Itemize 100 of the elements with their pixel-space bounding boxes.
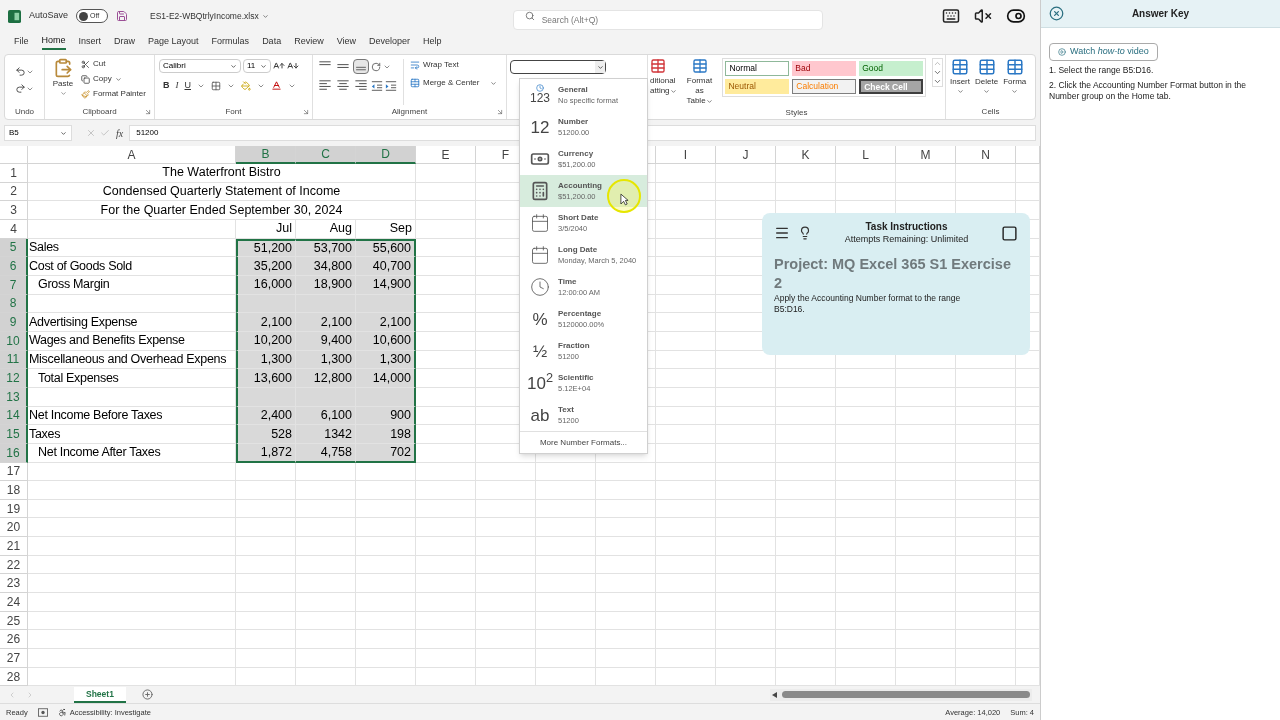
undo-icon[interactable] [15,66,26,77]
bold-button[interactable]: B [163,79,170,93]
menu-icon[interactable] [774,225,790,241]
menu-tab[interactable]: Home [41,34,66,50]
insert-function-button[interactable]: fx [114,125,126,141]
borders-icon[interactable] [211,80,221,91]
row-header[interactable]: 20 [0,518,28,538]
row-header[interactable]: 12 [0,369,28,388]
excel-logo-icon[interactable] [8,9,21,23]
align-right-button[interactable] [353,78,369,93]
column-header[interactable]: I [656,146,716,164]
accessibility-icon [57,707,67,717]
column-header[interactable]: K [776,146,836,164]
more-styles-icon[interactable] [933,77,942,86]
cells-button[interactable]: Forma [1003,58,1027,95]
dialog-launcher-icon[interactable] [496,108,504,116]
row-header[interactable]: 6 [0,257,28,276]
scroll-left-icon[interactable] [772,691,778,698]
column-header[interactable]: J [716,146,776,164]
watch-video-button[interactable]: Watch how-to video [1049,43,1158,61]
lightbulb-icon[interactable] [798,226,812,240]
cell-style[interactable]: Normal [725,61,790,76]
add-sheet-icon[interactable] [141,689,153,701]
copy-button[interactable]: Copy [81,73,146,85]
bottom-align-button[interactable] [353,59,369,74]
row-header[interactable]: 26 [0,630,28,650]
keyboard-icon[interactable] [942,7,960,25]
name-box[interactable]: B5 [4,125,72,141]
underline-button[interactable]: U [184,79,191,93]
row-header[interactable]: 15 [0,425,28,444]
menu-tab[interactable]: File [14,34,29,50]
row-header[interactable]: 27 [0,649,28,668]
sheet-tab[interactable]: Sheet1 [74,686,126,703]
redo-icon[interactable] [15,83,26,94]
column-header[interactable]: L [836,146,896,164]
row-header[interactable]: 21 [0,537,28,556]
menu-tab[interactable]: Formulas [211,34,250,50]
paste-button[interactable]: Paste [49,58,77,97]
toggle-icon[interactable] [1006,6,1026,26]
number-format-field[interactable] [510,60,606,74]
column-header[interactable]: N [956,146,1016,164]
menu-tab[interactable]: Developer [369,34,411,50]
dialog-launcher-icon[interactable] [302,108,310,116]
table-icon [691,58,708,74]
file-name[interactable]: ES1-E2-WBQtrlyIncome.xlsx [150,9,269,23]
table-icon [977,58,996,76]
format-painter-button[interactable]: Format Painter [81,88,146,100]
column-header[interactable]: C [296,146,356,164]
font-name-field[interactable]: Calibri [159,59,241,73]
mute-icon[interactable] [974,7,992,25]
align-center-button[interactable] [335,78,351,93]
resize-icon[interactable] [1001,224,1018,242]
column-header[interactable]: D [356,146,416,164]
search-field[interactable]: Search (Alt+Q) [512,10,823,30]
increase-font-icon[interactable] [273,60,285,72]
row-header[interactable]: 18 [0,481,28,500]
merge-center-button[interactable]: Merge & Center [410,77,498,89]
cell-style[interactable]: Good [859,61,923,76]
format-as-table-button[interactable]: Format as Table [682,58,717,106]
increase-indent-icon[interactable] [385,79,397,92]
row-header[interactable]: 1 [0,164,28,183]
conditional-formatting-button[interactable]: ditional atting [650,58,677,96]
play-icon [1058,48,1066,56]
row-header[interactable]: 9 [0,313,28,332]
menu-tab[interactable]: Review [294,34,324,50]
menu-tab[interactable]: Page Layout [148,34,199,50]
italic-button[interactable]: I [175,79,179,93]
horizontal-scrollbar[interactable] [770,688,1032,701]
align-left-button[interactable] [317,78,333,93]
column-header[interactable]: M [896,146,956,164]
wrap-text-button[interactable]: Wrap Text [410,59,498,71]
orientation-icon[interactable] [371,61,381,72]
font-color-icon[interactable] [271,80,282,92]
macro-recording-icon[interactable] [37,707,48,717]
cells-button[interactable]: Insert [950,58,970,95]
cell-style[interactable]: Bad [792,61,857,76]
font-size-field[interactable]: 11 [243,59,271,73]
menu-tab[interactable]: Help [423,34,442,50]
fill-color-icon[interactable] [241,80,251,91]
row-header[interactable]: 3 [0,201,28,220]
decrease-font-icon[interactable] [287,60,299,72]
column-header[interactable]: A [28,146,236,164]
cells-button[interactable]: Delete [975,58,999,95]
table-cell: Advertising Expense [28,313,236,332]
scroll-down-icon[interactable] [933,68,942,77]
row-header[interactable]: 24 [0,593,28,612]
save-icon[interactable] [116,10,129,22]
cut-button[interactable]: Cut [81,58,146,70]
menu-tab[interactable]: Insert [78,34,102,50]
menu-tab[interactable]: View [336,34,356,50]
close-icon[interactable] [1049,6,1064,21]
decrease-indent-icon[interactable] [371,79,383,92]
dialog-launcher-icon[interactable] [144,108,152,116]
menu-tab[interactable]: Data [262,34,282,50]
more-formats-link[interactable]: More Number Formats... [520,431,647,453]
row-header[interactable]: 23 [0,574,28,594]
cell-style[interactable]: Neutral [725,79,790,94]
column-header[interactable]: B [236,146,296,164]
column-header[interactable]: E [416,146,476,164]
menu-tab[interactable]: Draw [114,34,136,50]
